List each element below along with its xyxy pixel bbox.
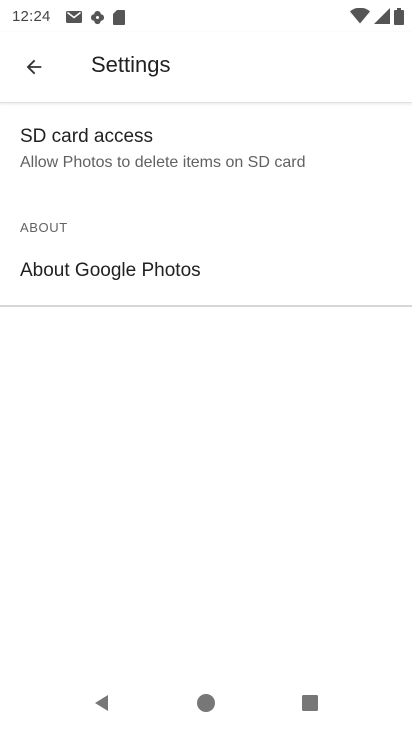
sd-card-icon <box>113 9 125 25</box>
status-bar: 12:24 <box>0 0 412 32</box>
cell-signal-icon <box>374 8 390 24</box>
notification-icons <box>66 8 125 26</box>
divider <box>0 305 412 307</box>
system-icons <box>350 7 404 25</box>
navigation-bar <box>0 672 412 732</box>
back-button[interactable] <box>14 47 54 87</box>
arrow-back-icon <box>23 56 45 78</box>
sd-card-access-setting[interactable]: SD card access Allow Photos to delete it… <box>0 112 412 194</box>
about-section-header: ABOUT <box>20 220 68 235</box>
nav-back-icon <box>92 693 112 713</box>
app-bar: Settings <box>0 32 412 103</box>
nav-home-icon <box>196 693 216 713</box>
about-google-photos-item[interactable]: About Google Photos <box>0 242 412 304</box>
page-title: Settings <box>91 52 171 77</box>
status-time: 12:24 <box>12 8 51 25</box>
photos-pinwheel-icon <box>90 10 105 25</box>
about-google-photos-label: About Google Photos <box>20 260 201 281</box>
nav-recents-button[interactable] <box>295 688 325 718</box>
wifi-icon <box>350 8 370 24</box>
nav-back-button[interactable] <box>87 688 117 718</box>
setting-summary: Allow Photos to delete items on SD card <box>20 154 306 171</box>
gmail-icon <box>66 11 82 23</box>
nav-home-button[interactable] <box>191 688 221 718</box>
battery-icon <box>394 7 404 25</box>
setting-title: SD card access <box>20 126 154 147</box>
nav-recents-icon <box>301 694 319 712</box>
